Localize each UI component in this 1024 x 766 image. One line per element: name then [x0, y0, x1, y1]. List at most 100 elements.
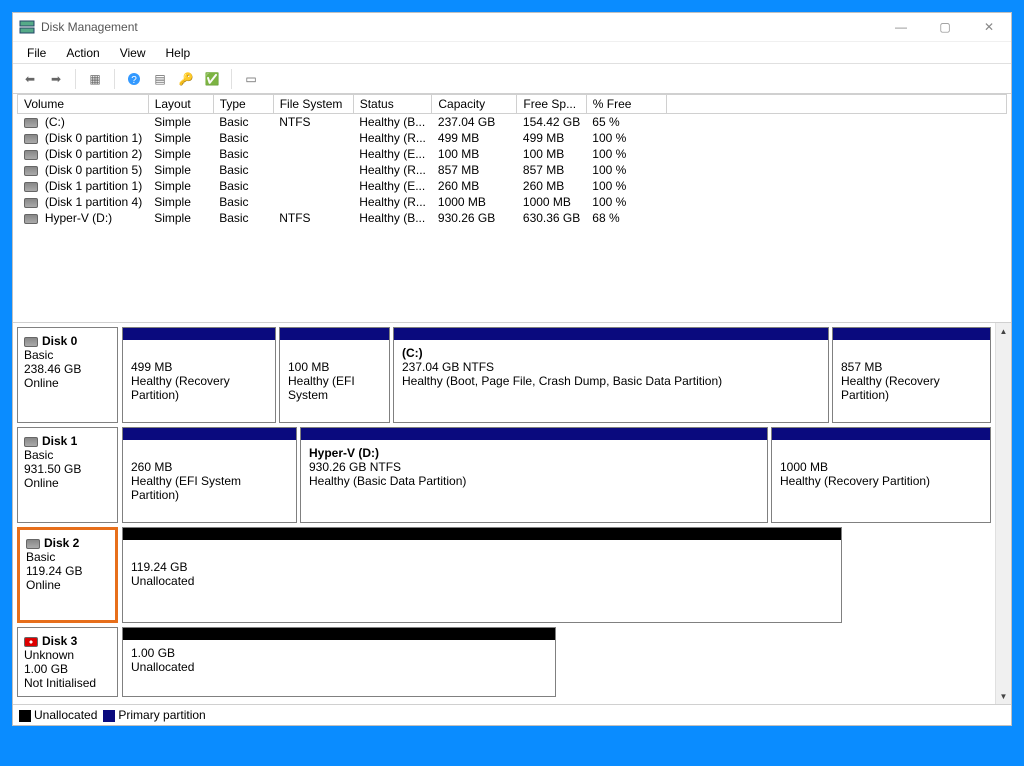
partition[interactable]: 499 MBHealthy (Recovery Partition): [122, 327, 276, 423]
part-status: Unallocated: [131, 574, 833, 588]
menu-bar: File Action View Help: [13, 41, 1011, 63]
part-size: 260 MB: [131, 460, 288, 474]
disk-row-0[interactable]: Disk 0 Basic 238.46 GB Online 499 MBHeal…: [17, 327, 991, 423]
show-hide-icon[interactable]: ▦: [84, 68, 106, 90]
part-size: 119.24 GB: [131, 560, 833, 574]
disk-management-window: Disk Management — ▢ ✕ File Action View H…: [12, 12, 1012, 726]
col-volume[interactable]: Volume: [18, 95, 149, 114]
col-type[interactable]: Type: [213, 95, 273, 114]
partition[interactable]: 260 MBHealthy (EFI System Partition): [122, 427, 297, 523]
volume-icon: [24, 214, 38, 224]
part-size: 100 MB: [288, 360, 381, 374]
disk-state: Not Initialised: [24, 676, 111, 690]
disk-state: Online: [26, 578, 109, 592]
partition-unallocated[interactable]: 1.00 GBUnallocated: [122, 627, 556, 697]
disk-info-3[interactable]: Disk 3 Unknown 1.00 GB Not Initialised: [17, 627, 118, 697]
legend-unallocated-label: Unallocated: [34, 708, 97, 722]
disk-graphical-pane[interactable]: Disk 0 Basic 238.46 GB Online 499 MBHeal…: [13, 323, 995, 704]
table-row[interactable]: (Disk 1 partition 1)SimpleBasicHealthy (…: [18, 178, 1007, 194]
disk-error-icon: [24, 637, 38, 647]
toolbar: ⬅ ➡ ▦ ? ▤ 🔑 ✅ ▭: [13, 63, 1011, 93]
part-status: Healthy (Basic Data Partition): [309, 474, 759, 488]
disk-name: Disk 2: [44, 536, 79, 550]
volume-icon: [24, 150, 38, 160]
scroll-down-icon[interactable]: ▼: [996, 688, 1011, 704]
scroll-up-icon[interactable]: ▲: [996, 323, 1011, 339]
table-row[interactable]: (Disk 0 partition 5)SimpleBasicHealthy (…: [18, 162, 1007, 178]
col-pctfree[interactable]: % Free: [586, 95, 666, 114]
disk-info-2[interactable]: Disk 2 Basic 119.24 GB Online: [17, 527, 118, 623]
disk-size: 238.46 GB: [24, 362, 111, 376]
help-icon[interactable]: ?: [123, 68, 145, 90]
forward-icon[interactable]: ➡: [45, 68, 67, 90]
menu-view[interactable]: View: [110, 44, 156, 62]
disk-icon: [26, 539, 40, 549]
minimize-button[interactable]: —: [879, 13, 923, 41]
part-status: Unallocated: [131, 660, 547, 674]
volume-icon: [24, 134, 38, 144]
part-status: Healthy (Recovery Partition): [131, 374, 267, 402]
partition[interactable]: Hyper-V (D:)930.26 GB NTFSHealthy (Basic…: [300, 427, 768, 523]
disk-name: Disk 0: [42, 334, 77, 348]
disk-state: Online: [24, 476, 111, 490]
tool-icon-1[interactable]: ▤: [149, 68, 171, 90]
table-row[interactable]: Hyper-V (D:)SimpleBasicNTFSHealthy (B...…: [18, 210, 1007, 226]
part-size: 1.00 GB: [131, 646, 547, 660]
maximize-button[interactable]: ▢: [923, 13, 967, 41]
disk-type: Unknown: [24, 648, 111, 662]
partition[interactable]: 100 MBHealthy (EFI System: [279, 327, 390, 423]
table-row[interactable]: (Disk 1 partition 4)SimpleBasicHealthy (…: [18, 194, 1007, 210]
part-size: 857 MB: [841, 360, 982, 374]
volume-icon: [24, 198, 38, 208]
disk-type: Basic: [26, 550, 109, 564]
col-spacer[interactable]: [666, 95, 1006, 114]
disk-row-3[interactable]: Disk 3 Unknown 1.00 GB Not Initialised 1…: [17, 627, 991, 697]
disk-state: Online: [24, 376, 111, 390]
disk-name: Disk 1: [42, 434, 77, 448]
window-title: Disk Management: [41, 20, 138, 34]
part-title: Hyper-V (D:): [309, 446, 759, 460]
col-filesystem[interactable]: File System: [273, 95, 353, 114]
table-row[interactable]: (Disk 0 partition 1)SimpleBasicHealthy (…: [18, 130, 1007, 146]
disk-size: 1.00 GB: [24, 662, 111, 676]
disk-size: 931.50 GB: [24, 462, 111, 476]
disk-info-0[interactable]: Disk 0 Basic 238.46 GB Online: [17, 327, 118, 423]
vertical-scrollbar[interactable]: ▲ ▼: [995, 323, 1011, 704]
part-size: 237.04 GB NTFS: [402, 360, 820, 374]
part-status: Healthy (Recovery Partition): [780, 474, 982, 488]
table-row[interactable]: (Disk 0 partition 2)SimpleBasicHealthy (…: [18, 146, 1007, 162]
title-bar[interactable]: Disk Management — ▢ ✕: [13, 13, 1011, 41]
tool-icon-4[interactable]: ▭: [240, 68, 262, 90]
tool-icon-2[interactable]: 🔑: [175, 68, 197, 90]
disk-row-2[interactable]: Disk 2 Basic 119.24 GB Online 119.24 GBU…: [17, 527, 991, 623]
col-freespace[interactable]: Free Sp...: [517, 95, 586, 114]
legend-primary-swatch: [103, 710, 115, 722]
disk-name: Disk 3: [42, 634, 77, 648]
col-layout[interactable]: Layout: [148, 95, 213, 114]
part-size: 499 MB: [131, 360, 267, 374]
part-status: Healthy (EFI System Partition): [131, 474, 288, 502]
disk-info-1[interactable]: Disk 1 Basic 931.50 GB Online: [17, 427, 118, 523]
tool-icon-3[interactable]: ✅: [201, 68, 223, 90]
disk-row-1[interactable]: Disk 1 Basic 931.50 GB Online 260 MBHeal…: [17, 427, 991, 523]
volume-icon: [24, 182, 38, 192]
partition[interactable]: 1000 MBHealthy (Recovery Partition): [771, 427, 991, 523]
menu-help[interactable]: Help: [156, 44, 201, 62]
app-icon: [19, 19, 35, 35]
partition[interactable]: 857 MBHealthy (Recovery Partition): [832, 327, 991, 423]
menu-action[interactable]: Action: [56, 44, 109, 62]
back-icon[interactable]: ⬅: [19, 68, 41, 90]
scroll-track[interactable]: [996, 339, 1011, 688]
disk-type: Basic: [24, 448, 111, 462]
legend-bar: Unallocated Primary partition: [13, 705, 1011, 725]
volume-list-pane[interactable]: Volume Layout Type File System Status Ca…: [13, 93, 1011, 323]
disk-icon: [24, 437, 38, 447]
col-capacity[interactable]: Capacity: [432, 95, 517, 114]
col-status[interactable]: Status: [353, 95, 432, 114]
partition-unallocated[interactable]: 119.24 GBUnallocated: [122, 527, 842, 623]
menu-file[interactable]: File: [17, 44, 56, 62]
table-row[interactable]: (C:)SimpleBasicNTFSHealthy (B...237.04 G…: [18, 114, 1007, 131]
partition[interactable]: (C:)237.04 GB NTFSHealthy (Boot, Page Fi…: [393, 327, 829, 423]
close-button[interactable]: ✕: [967, 13, 1011, 41]
volume-icon: [24, 118, 38, 128]
